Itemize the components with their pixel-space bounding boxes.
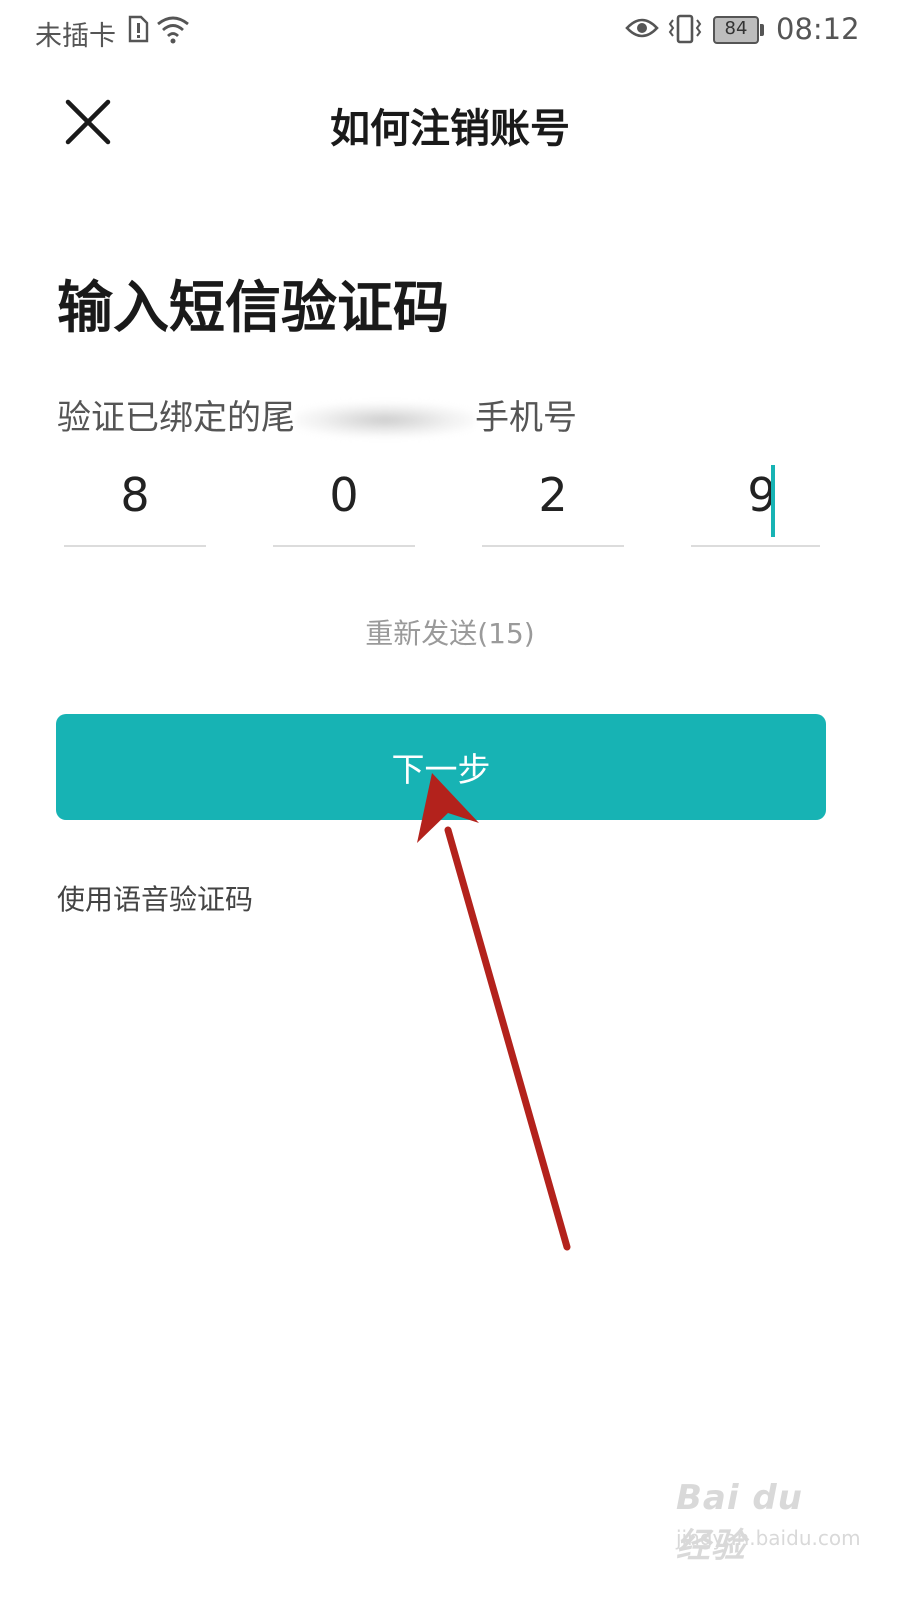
code-digit-3[interactable]: 2 (482, 465, 624, 547)
subtitle-suffix: 手机号 (475, 398, 577, 438)
page-title: 如何注销账号 (330, 106, 570, 152)
wifi-icon (156, 14, 190, 48)
clock: 08:12 (776, 12, 860, 46)
masked-phone-number (295, 402, 475, 437)
code-digit-value: 8 (120, 468, 150, 522)
code-digit-1[interactable]: 8 (64, 465, 206, 547)
vibrate-icon (667, 14, 703, 48)
subtitle-prefix: 验证已绑定的尾 (57, 398, 295, 438)
verification-heading: 输入短信验证码 (57, 276, 449, 341)
sim-alert-icon (127, 15, 149, 47)
voice-code-link[interactable]: 使用语音验证码 (57, 878, 253, 918)
battery-indicator: 84 (713, 16, 765, 44)
code-digit-value: 9 (747, 468, 777, 522)
verification-subtitle: 验证已绑定的尾 手机号 (57, 390, 577, 439)
code-digit-value: 2 (538, 468, 568, 522)
battery-tip (760, 24, 764, 36)
watermark: Bai du 经验 jingyan.baidu.com (676, 1478, 861, 1566)
code-digit-4[interactable]: 9 (691, 465, 820, 547)
carrier-label: 未插卡 (35, 21, 116, 52)
watermark-logo: Bai du 经验 (676, 1478, 803, 1566)
watermark-url: jingyan.baidu.com (676, 1526, 861, 1550)
code-digit-value: 0 (329, 468, 359, 522)
battery-level: 84 (724, 18, 748, 39)
text-caret (771, 465, 775, 537)
next-step-button[interactable]: 下一步 (56, 714, 826, 820)
resend-code-link[interactable]: 重新发送(15) (0, 612, 900, 652)
status-bar: 未插卡 84 08:12 (0, 0, 900, 62)
code-digit-2[interactable]: 0 (273, 465, 415, 547)
eye-comfort-icon (625, 16, 659, 44)
